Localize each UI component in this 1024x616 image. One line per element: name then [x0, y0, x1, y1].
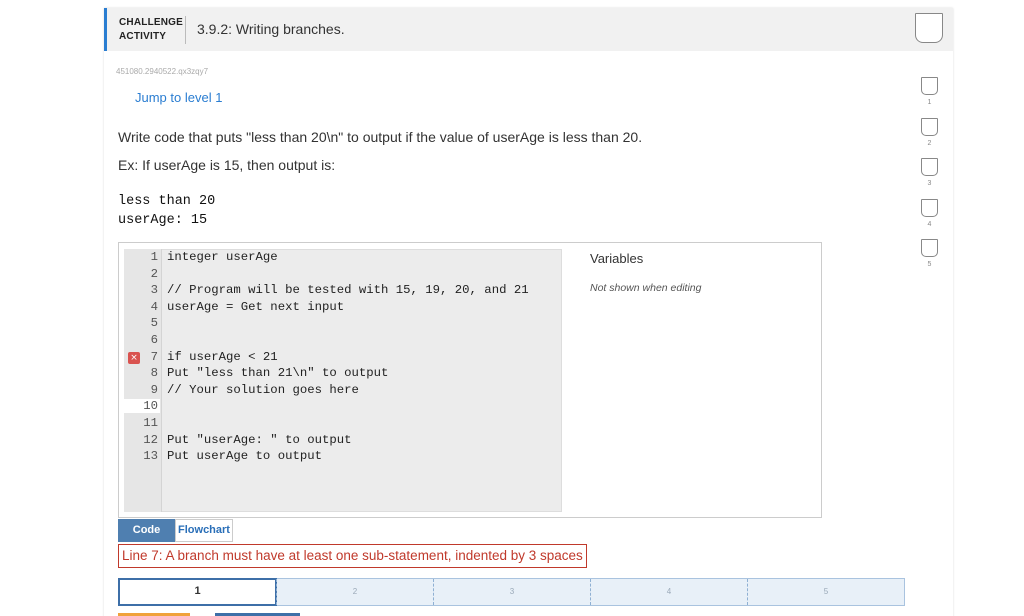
level-number: 3 [927, 180, 932, 187]
line-number: 2 [150, 266, 158, 281]
activity-type-label: CHALLENGE ACTIVITY [119, 16, 183, 44]
completion-checkbox-icon [915, 13, 943, 43]
error-message: Line 7: A branch must have at least one … [118, 544, 587, 568]
progress-segment[interactable]: 4 [590, 579, 747, 605]
progress-segment[interactable]: 2 [276, 579, 433, 605]
code-text: Put "less than 21\n" to output [167, 366, 389, 381]
variables-title: Variables [590, 251, 644, 266]
activity-id: 451080.2940522.qx3zqy7 [116, 67, 209, 76]
activity-type-line2: ACTIVITY [119, 31, 167, 42]
code-text: Put "userAge: " to output [167, 432, 352, 447]
level-number: 5 [927, 261, 932, 268]
level-indicator[interactable]: 4 [921, 198, 939, 240]
level-indicator[interactable]: 3 [921, 158, 939, 199]
activity-title: 3.9.2: Writing branches. [197, 21, 345, 37]
example-text: Ex: If userAge is 15, then output is: [118, 157, 336, 173]
code-line[interactable]: 13 Put userAge to output [124, 449, 562, 466]
activity-type-line1: CHALLENGE [119, 17, 184, 28]
level-box-icon [921, 77, 938, 95]
line-number: 12 [143, 432, 158, 447]
tab-code[interactable]: Code [118, 519, 175, 542]
line-number: 3 [150, 283, 158, 298]
code-text: if userAge < 21 [167, 349, 278, 364]
code-line[interactable]: 3 // Program will be tested with 15, 19, … [124, 283, 562, 300]
code-line[interactable]: 11 [124, 416, 562, 433]
level-progress-bar: 1 2 3 4 5 [118, 578, 905, 606]
progress-segment[interactable]: 5 [747, 579, 904, 605]
header-divider [185, 16, 186, 44]
code-text: userAge = Get next input [167, 299, 345, 314]
progress-segment-current[interactable]: 1 [118, 578, 277, 606]
level-box-icon [921, 158, 938, 176]
code-line[interactable]: 9 // Your solution goes here [124, 383, 562, 400]
jump-to-level-link[interactable]: Jump to level 1 [135, 90, 222, 105]
line-number: 13 [143, 449, 158, 464]
level-box-icon [921, 117, 938, 136]
level-indicator[interactable]: 5 [921, 239, 939, 280]
code-text: // Your solution goes here [167, 382, 359, 397]
code-text: Put userAge to output [167, 449, 322, 464]
level-indicator[interactable]: 1 [921, 77, 939, 118]
line-number: 5 [150, 316, 158, 331]
expected-output-line: less than 20 [118, 194, 216, 209]
line-number: 9 [150, 382, 158, 397]
variables-note: Not shown when editing [590, 282, 702, 294]
level-box-icon [921, 198, 938, 217]
expected-output-line: userAge: 15 [118, 213, 208, 228]
line-number: 8 [150, 366, 158, 381]
line-number: 10 [124, 399, 160, 414]
code-text: // Program will be tested with 15, 19, 2… [167, 283, 529, 298]
level-number: 4 [927, 220, 932, 228]
code-line[interactable]: 10 [124, 399, 562, 416]
progress-segment[interactable]: 3 [433, 579, 590, 605]
expected-output: less than 20 userAge: 15 [118, 192, 215, 230]
line-number: 4 [150, 299, 158, 314]
code-text: integer userAge [167, 250, 278, 264]
level-number: 2 [927, 139, 932, 147]
prompt-text: Write code that puts "less than 20\n" to… [118, 129, 643, 145]
code-line[interactable]: 5 [124, 316, 562, 333]
level-number: 1 [927, 99, 932, 106]
line-number: 6 [150, 333, 158, 347]
tab-flowchart[interactable]: Flowchart [175, 519, 233, 542]
code-line[interactable]: 8 Put "less than 21\n" to output [124, 366, 562, 383]
line-number: 1 [150, 250, 158, 264]
code-line[interactable]: 1 integer userAge [124, 250, 562, 267]
level-box-icon [921, 239, 938, 257]
code-line[interactable]: 12 Put "userAge: " to output [124, 433, 562, 450]
code-line[interactable]: 2 [124, 267, 562, 284]
code-line[interactable]: 7 if userAge < 21 × [124, 350, 562, 367]
error-marker-icon[interactable]: × [128, 351, 140, 364]
level-indicator-list: 1 2 3 4 5 [921, 77, 939, 280]
code-line[interactable]: 6 [124, 333, 562, 350]
activity-header: CHALLENGE ACTIVITY 3.9.2: Writing branch… [104, 8, 953, 51]
line-number: 11 [143, 416, 158, 430]
level-indicator[interactable]: 2 [921, 117, 939, 159]
code-line[interactable]: 4 userAge = Get next input [124, 300, 562, 317]
